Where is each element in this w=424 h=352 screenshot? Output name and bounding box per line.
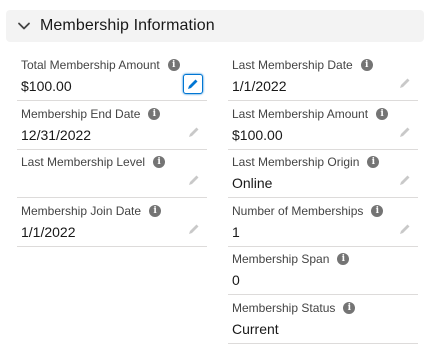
field-value: $100.00	[21, 78, 72, 94]
info-icon[interactable]: i	[371, 205, 384, 217]
field-value: 0	[232, 272, 240, 288]
field-membership-span: Membership Span i 0	[228, 248, 418, 295]
info-icon[interactable]: i	[148, 108, 161, 120]
pencil-icon[interactable]	[396, 171, 414, 189]
field-membership-status: Membership Status i Current	[228, 297, 418, 344]
pencil-icon[interactable]	[185, 123, 203, 141]
pencil-icon[interactable]	[396, 123, 414, 141]
chevron-down-icon	[16, 18, 32, 34]
pencil-icon[interactable]	[185, 220, 203, 238]
field-label: Number of Memberships	[232, 204, 364, 218]
info-icon[interactable]: i	[343, 302, 356, 314]
section-title: Membership Information	[40, 17, 215, 34]
pencil-icon[interactable]	[396, 74, 414, 92]
section-header-membership-information[interactable]: Membership Information	[6, 10, 424, 42]
field-last-membership-origin: Last Membership Origin i Online	[228, 151, 418, 198]
field-label: Last Membership Date	[232, 58, 353, 72]
field-total-membership-amount: Total Membership Amount i $100.00	[17, 54, 207, 101]
info-icon[interactable]: i	[367, 156, 380, 168]
field-value: Online	[232, 175, 273, 191]
field-membership-end-date: Membership End Date i 12/31/2022	[17, 103, 207, 150]
field-value: $100.00	[232, 127, 283, 143]
field-value: 1/1/2022	[232, 78, 287, 94]
info-icon[interactable]: i	[153, 156, 166, 168]
field-value: 1/1/2022	[21, 224, 76, 240]
field-label: Total Membership Amount	[21, 58, 160, 72]
field-label: Membership Join Date	[21, 204, 142, 218]
field-label: Membership Span	[232, 252, 330, 266]
field-label: Membership End Date	[21, 107, 141, 121]
info-icon[interactable]: i	[376, 108, 389, 120]
field-label: Last Membership Origin	[232, 155, 360, 169]
field-value: 12/31/2022	[21, 127, 92, 143]
info-icon[interactable]: i	[167, 59, 180, 71]
field-last-membership-level: Last Membership Level i	[17, 151, 207, 198]
info-icon[interactable]: i	[360, 59, 373, 71]
field-label: Membership Status	[232, 301, 336, 315]
pencil-icon[interactable]	[396, 220, 414, 238]
pencil-icon[interactable]	[185, 171, 203, 189]
field-label: Last Membership Amount	[232, 107, 369, 121]
field-last-membership-amount: Last Membership Amount i $100.00	[228, 103, 418, 150]
field-label: Last Membership Level	[21, 155, 146, 169]
field-value: Current	[232, 321, 279, 337]
field-number-of-memberships: Number of Memberships i 1	[228, 200, 418, 247]
field-value: 1	[232, 224, 240, 240]
field-last-membership-date: Last Membership Date i 1/1/2022	[228, 54, 418, 101]
field-membership-join-date: Membership Join Date i 1/1/2022	[17, 200, 207, 247]
pencil-icon[interactable]	[183, 74, 203, 94]
info-icon[interactable]: i	[149, 205, 162, 217]
info-icon[interactable]: i	[337, 253, 350, 265]
